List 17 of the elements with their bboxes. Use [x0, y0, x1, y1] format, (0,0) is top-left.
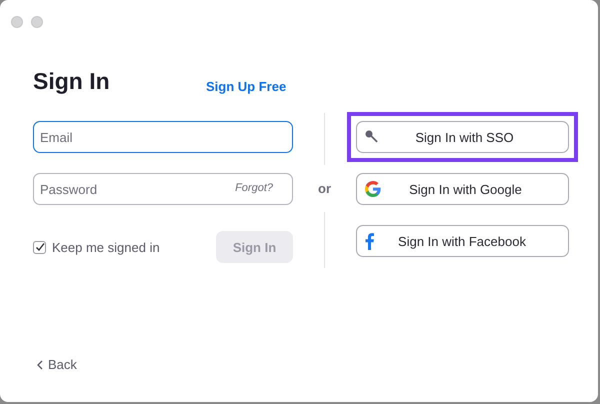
google-icon — [365, 181, 381, 197]
email-field[interactable]: Email — [33, 121, 293, 153]
facebook-icon — [365, 232, 374, 250]
back-link[interactable]: Back — [37, 357, 77, 372]
provider-sign-in-button[interactable]: Sign In with Facebook — [356, 225, 569, 257]
key-icon — [365, 130, 379, 144]
or-separator: or — [318, 181, 331, 196]
close-button[interactable] — [11, 16, 23, 28]
provider-sign-in-button[interactable]: Sign In with Google — [356, 173, 569, 205]
sign-up-link[interactable]: Sign Up Free — [206, 79, 286, 94]
minimize-button[interactable] — [31, 16, 43, 28]
window-title: Sign In — [33, 68, 111, 95]
provider-sign-in-button[interactable]: Sign In with SSO — [356, 121, 569, 153]
keep-signed-in-label: Keep me signed in — [52, 240, 160, 254]
chevron-left-icon — [37, 360, 43, 370]
keep-signed-in-checkbox[interactable] — [33, 240, 46, 254]
forgot-link[interactable]: Forgot? — [235, 182, 273, 194]
